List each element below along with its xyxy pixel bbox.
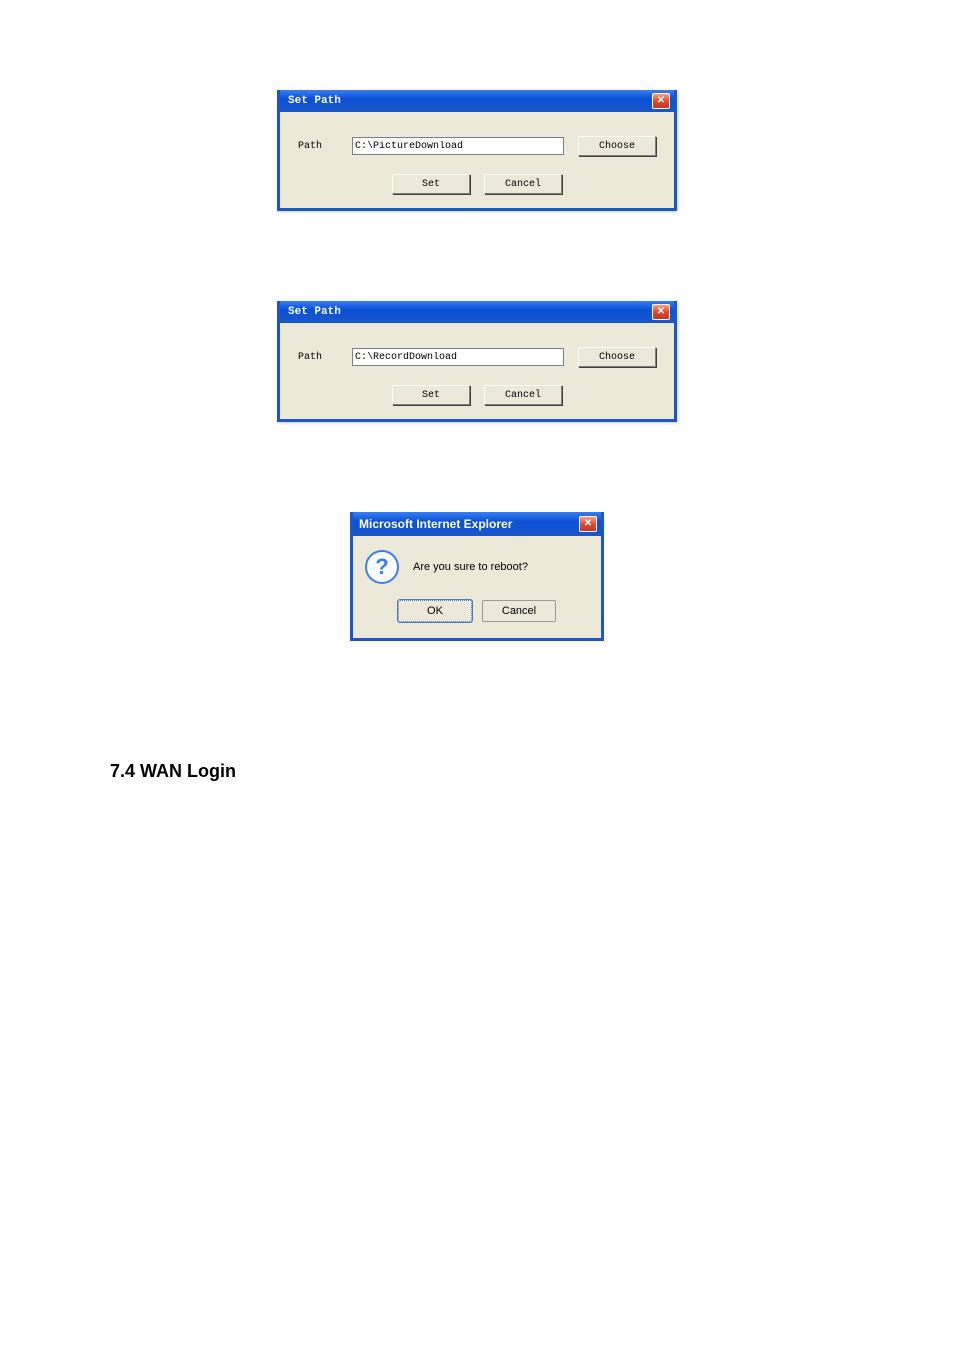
titlebar-text: Microsoft Internet Explorer — [359, 517, 512, 531]
path-row: Path Choose — [298, 136, 656, 156]
question-mark: ? — [375, 556, 388, 578]
confirm-message: Are you sure to reboot? — [413, 561, 528, 573]
dialog-window: Set Path ✕ Path Choose Set Cancel — [277, 301, 677, 422]
titlebar-text: Set Path — [288, 306, 341, 318]
titlebar[interactable]: Set Path ✕ — [280, 90, 674, 112]
cancel-button[interactable]: Cancel — [482, 600, 556, 622]
ok-button[interactable]: OK — [398, 600, 472, 622]
path-input[interactable] — [352, 348, 564, 366]
cancel-button-label: Cancel — [505, 390, 541, 401]
dialog-body: Path Choose Set Cancel — [280, 323, 674, 419]
choose-button-label: Choose — [599, 141, 635, 152]
cancel-button[interactable]: Cancel — [484, 174, 562, 194]
close-button[interactable]: ✕ — [652, 304, 670, 320]
path-row: Path Choose — [298, 347, 656, 367]
titlebar-text: Set Path — [288, 95, 341, 107]
dialog-window: Microsoft Internet Explorer ✕ ? Are you … — [350, 512, 604, 641]
titlebar[interactable]: Microsoft Internet Explorer ✕ — [353, 512, 601, 536]
choose-button[interactable]: Choose — [578, 347, 656, 367]
section-heading: 7.4 WAN Login — [110, 761, 954, 782]
close-button[interactable]: ✕ — [652, 93, 670, 109]
choose-button-label: Choose — [599, 352, 635, 363]
set-button[interactable]: Set — [392, 174, 470, 194]
button-row: Set Cancel — [298, 174, 656, 194]
close-icon: ✕ — [584, 519, 592, 529]
dialog-body: Path Choose Set Cancel — [280, 112, 674, 208]
set-path-dialog-1: Set Path ✕ Path Choose Set Cancel — [0, 90, 954, 211]
set-button[interactable]: Set — [392, 385, 470, 405]
dialog-window: Set Path ✕ Path Choose Set Cancel — [277, 90, 677, 211]
choose-button[interactable]: Choose — [578, 136, 656, 156]
close-icon: ✕ — [657, 307, 665, 317]
cancel-button-label: Cancel — [502, 605, 536, 617]
dialog-body: ? Are you sure to reboot? OK Cancel — [353, 536, 601, 638]
titlebar[interactable]: Set Path ✕ — [280, 301, 674, 323]
cancel-button[interactable]: Cancel — [484, 385, 562, 405]
button-row: Set Cancel — [298, 385, 656, 405]
close-icon: ✕ — [657, 96, 665, 106]
path-label: Path — [298, 141, 338, 152]
message-row: ? Are you sure to reboot? — [365, 550, 589, 584]
question-icon: ? — [365, 550, 399, 584]
button-row: OK Cancel — [365, 600, 589, 632]
path-label: Path — [298, 352, 338, 363]
set-path-dialog-2: Set Path ✕ Path Choose Set Cancel — [0, 301, 954, 422]
set-button-label: Set — [422, 179, 440, 190]
ok-button-label: OK — [427, 605, 443, 617]
cancel-button-label: Cancel — [505, 179, 541, 190]
close-button[interactable]: ✕ — [579, 516, 597, 532]
ie-confirm-dialog: Microsoft Internet Explorer ✕ ? Are you … — [0, 512, 954, 641]
path-input[interactable] — [352, 137, 564, 155]
set-button-label: Set — [422, 390, 440, 401]
